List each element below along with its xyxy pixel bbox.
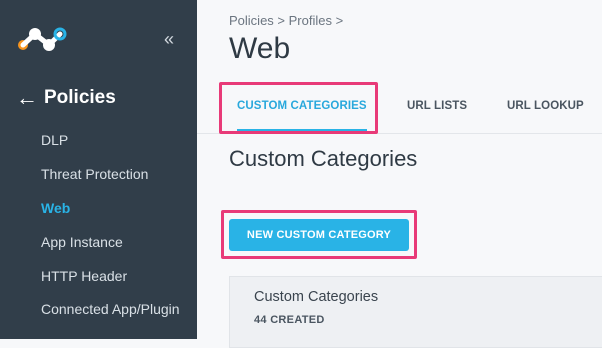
- breadcrumb[interactable]: Policies > Profiles >: [229, 13, 343, 28]
- button-highlight-box: [221, 210, 417, 259]
- sidebar-item-http-header[interactable]: HTTP Header: [41, 266, 191, 300]
- custom-categories-card[interactable]: Custom Categories 44 CREATED: [229, 276, 602, 348]
- tab-url-lookup[interactable]: URL LOOKUP: [507, 83, 584, 129]
- sidebar-item-connected-app-plugin[interactable]: Connected App/Plugin: [41, 300, 191, 334]
- page-title: Web: [229, 32, 291, 65]
- sidebar-item-dlp[interactable]: DLP: [41, 130, 191, 164]
- double-chevron-left-icon[interactable]: «: [164, 29, 174, 50]
- sidebar: « ← Policies DLP Threat Protection Web A…: [0, 0, 197, 339]
- arrow-left-icon[interactable]: ←: [16, 87, 38, 109]
- sidebar-section-title: Policies: [44, 87, 116, 108]
- card-count: 44 CREATED: [254, 314, 325, 326]
- sidebar-item-web[interactable]: Web: [41, 198, 191, 232]
- section-title: Custom Categories: [229, 146, 418, 171]
- back-to-policies[interactable]: ← Policies: [16, 87, 116, 109]
- tab-url-lists[interactable]: URL LISTS: [407, 83, 467, 129]
- card-title: Custom Categories: [254, 289, 379, 305]
- app-logo-icon[interactable]: [16, 25, 68, 55]
- main-content: Policies > Profiles > Web CUSTOM CATEGOR…: [197, 0, 602, 348]
- sidebar-item-threat-protection[interactable]: Threat Protection: [41, 164, 191, 198]
- sidebar-nav: DLP Threat Protection Web App Instance H…: [41, 130, 191, 334]
- sidebar-item-app-instance[interactable]: App Instance: [41, 232, 191, 266]
- tab-highlight-box: [219, 82, 378, 134]
